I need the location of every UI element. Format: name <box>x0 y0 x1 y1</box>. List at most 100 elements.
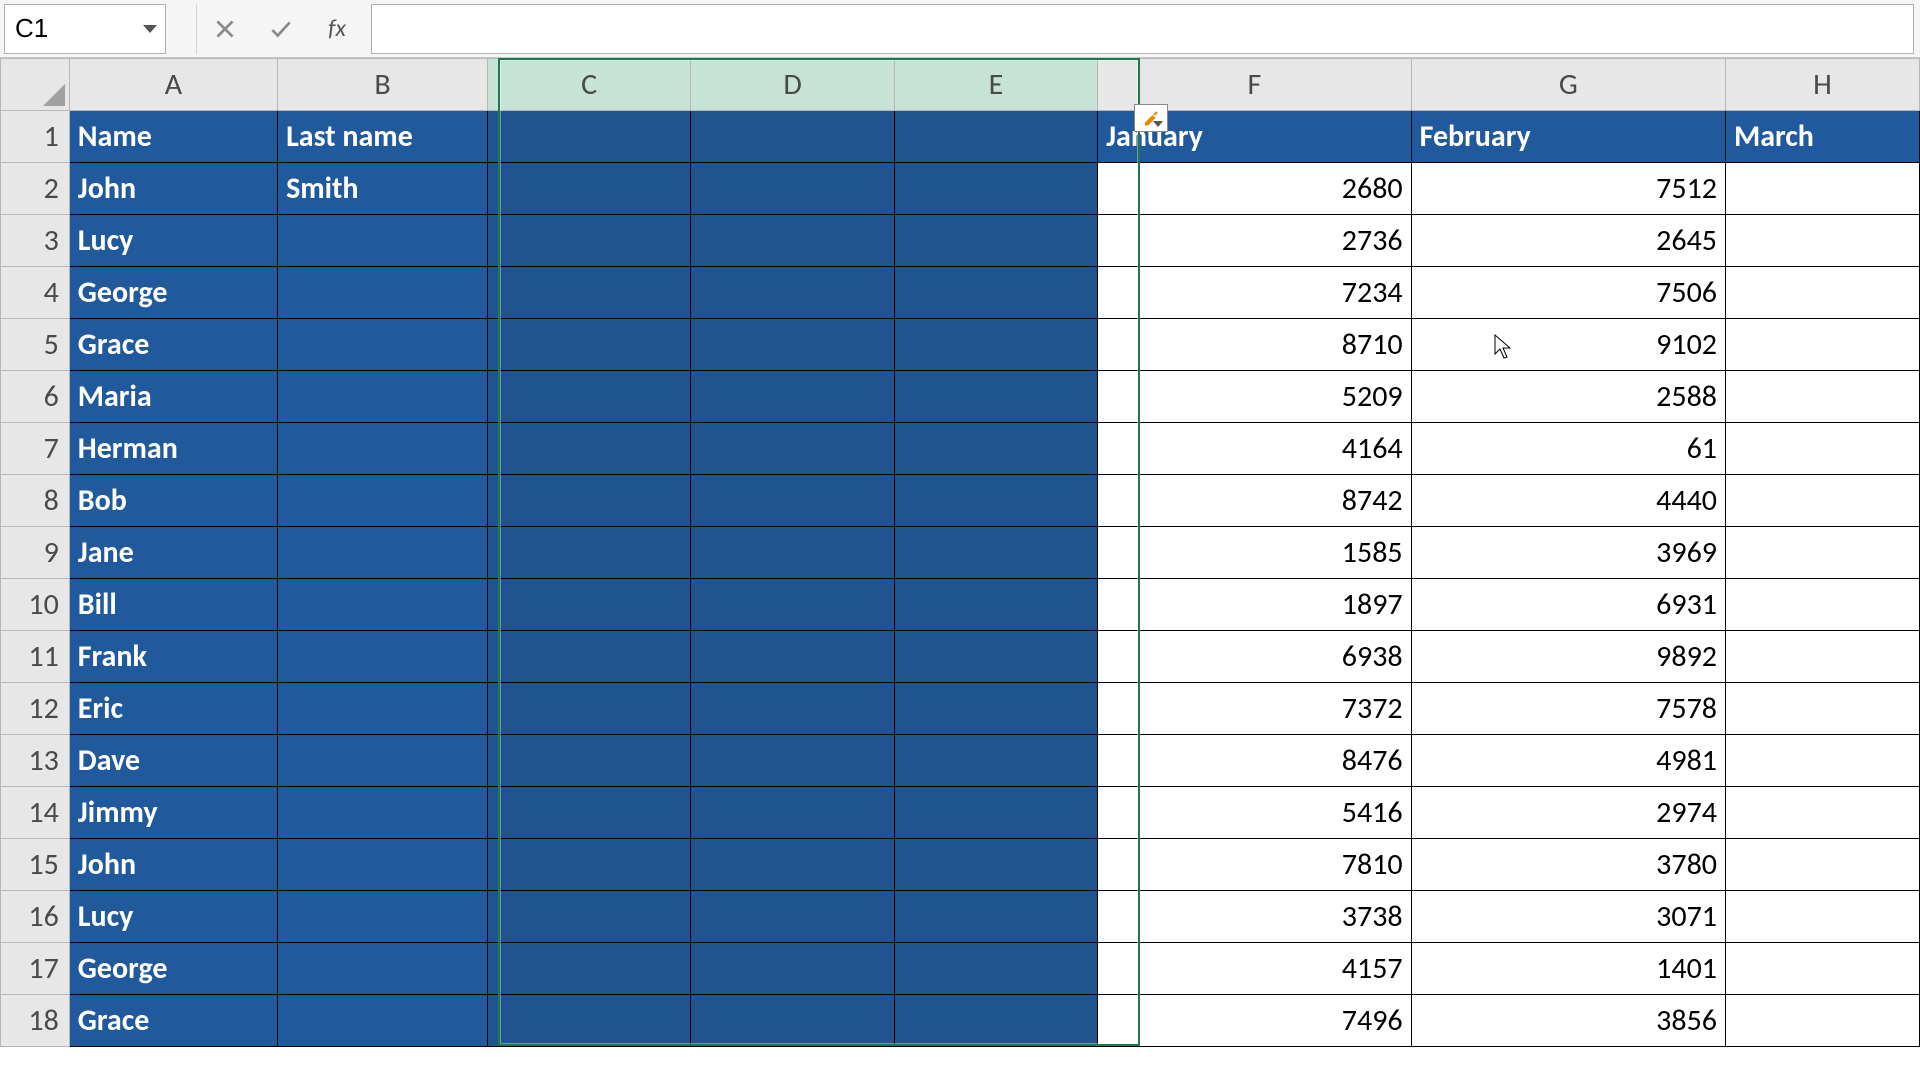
cell[interactable]: Frank <box>69 631 277 683</box>
cell[interactable]: 3780 <box>1411 839 1725 891</box>
column-header-B[interactable]: B <box>278 59 488 111</box>
cell[interactable] <box>894 371 1097 423</box>
cell[interactable]: Herman <box>69 423 277 475</box>
cell[interactable] <box>487 631 690 683</box>
cell[interactable]: John <box>69 163 277 215</box>
name-box[interactable] <box>4 4 166 54</box>
cell[interactable]: 7372 <box>1098 683 1412 735</box>
cell[interactable]: 2736 <box>1098 215 1412 267</box>
row-header-5[interactable]: 5 <box>1 319 70 371</box>
cell[interactable] <box>278 735 488 787</box>
cell[interactable] <box>487 163 690 215</box>
cell[interactable] <box>894 995 1097 1047</box>
cell[interactable]: Eric <box>69 683 277 735</box>
cell[interactable]: Jimmy <box>69 787 277 839</box>
accept-entry-button[interactable] <box>253 4 309 54</box>
cell[interactable] <box>894 891 1097 943</box>
cell[interactable]: 3969 <box>1411 527 1725 579</box>
cell[interactable] <box>894 319 1097 371</box>
cell[interactable] <box>894 787 1097 839</box>
column-header-C[interactable]: C <box>487 59 690 111</box>
cell[interactable] <box>278 995 488 1047</box>
cell[interactable]: Maria <box>69 371 277 423</box>
cell[interactable]: Dave <box>69 735 277 787</box>
cell[interactable] <box>894 475 1097 527</box>
row-header-3[interactable]: 3 <box>1 215 70 267</box>
column-header-E[interactable]: E <box>894 59 1097 111</box>
formula-input[interactable] <box>372 5 1913 53</box>
row-header-1[interactable]: 1 <box>1 111 70 163</box>
cell[interactable] <box>1725 163 1919 215</box>
cell[interactable]: Grace <box>69 995 277 1047</box>
cell[interactable] <box>487 527 690 579</box>
insert-options-button[interactable] <box>1134 104 1168 132</box>
row-header-15[interactable]: 15 <box>1 839 70 891</box>
cell[interactable] <box>487 319 690 371</box>
cell[interactable] <box>1725 735 1919 787</box>
cell[interactable]: 3071 <box>1411 891 1725 943</box>
cell[interactable] <box>894 631 1097 683</box>
cell[interactable]: 6931 <box>1411 579 1725 631</box>
cell[interactable]: Last name <box>278 111 488 163</box>
row-header-17[interactable]: 17 <box>1 943 70 995</box>
cell[interactable] <box>894 111 1097 163</box>
cell[interactable]: 4157 <box>1098 943 1412 995</box>
cell[interactable] <box>1725 215 1919 267</box>
cell[interactable]: 7810 <box>1098 839 1412 891</box>
cell[interactable] <box>691 735 895 787</box>
cell[interactable] <box>487 111 690 163</box>
cell[interactable] <box>487 683 690 735</box>
cell[interactable] <box>1725 891 1919 943</box>
cell[interactable]: 7234 <box>1098 267 1412 319</box>
insert-function-button[interactable]: fx <box>309 4 365 54</box>
cell[interactable] <box>487 267 690 319</box>
cell[interactable]: 1897 <box>1098 579 1412 631</box>
cell[interactable]: 3738 <box>1098 891 1412 943</box>
cell[interactable] <box>1725 423 1919 475</box>
cell[interactable] <box>278 943 488 995</box>
row-header-18[interactable]: 18 <box>1 995 70 1047</box>
cell[interactable]: John <box>69 839 277 891</box>
row-header-13[interactable]: 13 <box>1 735 70 787</box>
cell[interactable] <box>691 267 895 319</box>
cell[interactable] <box>1725 631 1919 683</box>
row-header-10[interactable]: 10 <box>1 579 70 631</box>
cell[interactable]: 9892 <box>1411 631 1725 683</box>
cell[interactable]: Jane <box>69 527 277 579</box>
cell[interactable]: Smith <box>278 163 488 215</box>
cell[interactable] <box>894 683 1097 735</box>
cell[interactable] <box>1725 475 1919 527</box>
cell[interactable] <box>278 475 488 527</box>
cell[interactable] <box>278 267 488 319</box>
cell[interactable]: 9102 <box>1411 319 1725 371</box>
cell[interactable]: 8742 <box>1098 475 1412 527</box>
cell[interactable]: 7578 <box>1411 683 1725 735</box>
chevron-down-icon[interactable] <box>143 25 157 33</box>
cell[interactable]: 7506 <box>1411 267 1725 319</box>
cell[interactable] <box>278 527 488 579</box>
select-all-corner[interactable] <box>1 59 70 111</box>
cell[interactable] <box>691 943 895 995</box>
cell[interactable]: 4164 <box>1098 423 1412 475</box>
column-header-G[interactable]: G <box>1411 59 1725 111</box>
row-header-6[interactable]: 6 <box>1 371 70 423</box>
cell[interactable] <box>1725 579 1919 631</box>
row-header-16[interactable]: 16 <box>1 891 70 943</box>
cell[interactable]: 5209 <box>1098 371 1412 423</box>
cell[interactable] <box>691 371 895 423</box>
cell[interactable]: 2645 <box>1411 215 1725 267</box>
cell[interactable] <box>894 423 1097 475</box>
cell[interactable] <box>691 423 895 475</box>
cell[interactable] <box>1725 527 1919 579</box>
cell[interactable]: 2588 <box>1411 371 1725 423</box>
cell[interactable] <box>487 475 690 527</box>
cell[interactable] <box>487 839 690 891</box>
cell[interactable] <box>278 839 488 891</box>
cell[interactable] <box>691 839 895 891</box>
cell[interactable]: 61 <box>1411 423 1725 475</box>
cell[interactable] <box>278 891 488 943</box>
cell[interactable] <box>487 943 690 995</box>
row-header-4[interactable]: 4 <box>1 267 70 319</box>
cell[interactable] <box>487 735 690 787</box>
cell[interactable]: March <box>1725 111 1919 163</box>
